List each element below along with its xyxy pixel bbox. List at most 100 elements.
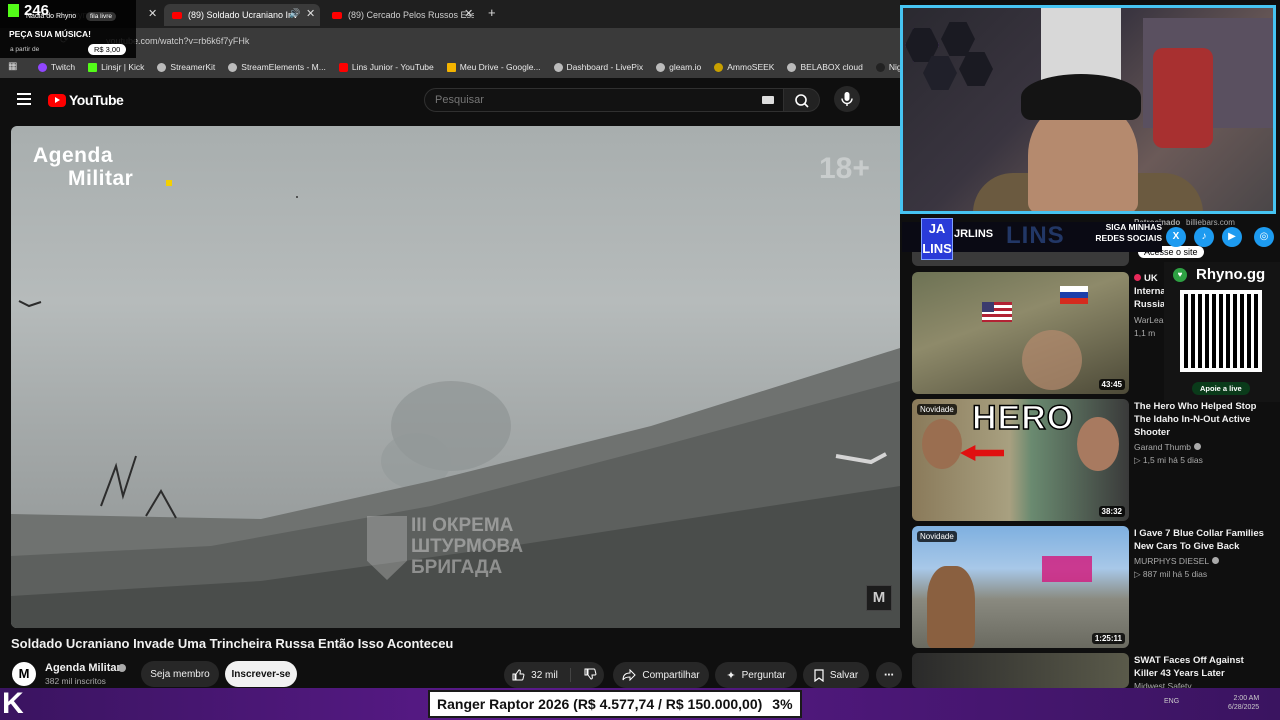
share-button[interactable]: Compartilhar (613, 662, 709, 688)
video-player[interactable]: Agenda Militar 18+ III ОКРЕМА ШТУРМОВА Б… (11, 126, 900, 628)
streamer-name: JRLINS (954, 228, 994, 240)
age-rating-badge: 18+ (819, 152, 870, 185)
ask-button[interactable]: ✦ Perguntar (715, 662, 797, 688)
avatar[interactable]: M (12, 662, 36, 686)
channel-name[interactable]: Agenda Militar (45, 662, 121, 674)
save-button[interactable]: Salvar (803, 662, 869, 688)
kick-logo-icon: K (2, 687, 24, 720)
subscribe-button[interactable]: Inscrever-se (225, 661, 297, 687)
song-request-title: PEÇA SUA MÚSICA! (9, 29, 92, 39)
apps-grid-icon[interactable]: ▦ (8, 61, 17, 72)
new-tab-button[interactable]: + (488, 5, 496, 20)
bookmark-streamelements[interactable]: StreamElements - M... (228, 62, 326, 72)
bookmark-belabox[interactable]: BELABOX cloud (787, 62, 863, 72)
recommendation-thumbnail[interactable] (912, 653, 1129, 688)
verified-icon (118, 664, 126, 672)
search-button[interactable] (784, 88, 820, 112)
bookmark-nightbot[interactable]: Nightbot - Comm (875, 62, 900, 72)
recommendation-meta: 1,1 m (1134, 328, 1156, 338)
youtube-favicon-icon (332, 11, 342, 19)
streamer-logo: JA LINS (921, 218, 953, 260)
instagram-icon: ◎ (1254, 227, 1274, 247)
bookmark-twitch[interactable]: Twitch (38, 62, 75, 72)
recommendation-thumbnail[interactable]: HERO Novidade 38:32 (912, 399, 1129, 521)
menu-icon[interactable] (17, 93, 31, 105)
subscriber-count: 382 mil inscritos (45, 676, 106, 686)
bookmark-drive[interactable]: Meu Drive - Google... (446, 62, 541, 72)
nightbot-icon (875, 62, 885, 72)
verified-icon (1194, 443, 1202, 450)
globe-icon (787, 62, 797, 72)
recommendation-meta: ▷ 887 mil há 5 dias (1134, 569, 1208, 579)
tab-label: (89) Soldado Ucraniano Inv (188, 10, 298, 20)
speaker-icon[interactable]: 🔊 (289, 8, 300, 19)
dislike-button[interactable] (571, 667, 597, 684)
bookmark-youtube[interactable]: Lins Junior - YouTube (338, 62, 434, 72)
recommendation-channel[interactable]: Garand Thumb (1134, 442, 1202, 452)
tiktok-icon: ♪ (1194, 227, 1214, 247)
recommendation-thumbnail[interactable]: 43:45 (912, 272, 1129, 394)
gift-bow-icon (1042, 556, 1092, 582)
streamelements-icon (228, 62, 238, 72)
rhyno-title: Rhyno.gg (1196, 266, 1266, 283)
recommendation-title[interactable]: SWAT Faces Off Against Killer 43 Years L… (1134, 654, 1264, 680)
youtube-play-icon (48, 93, 66, 107)
donation-goal: Ranger Raptor 2026 (R$ 4.577,74 / R$ 150… (428, 690, 802, 718)
song-request-from: a partir de (10, 46, 40, 53)
corner-channel-logo[interactable]: M (866, 585, 892, 611)
globe-icon (553, 62, 563, 72)
like-count: 32 mil (531, 669, 558, 681)
drive-icon (446, 62, 456, 72)
join-button[interactable]: Seja membro (141, 661, 219, 687)
more-actions-button[interactable]: ⋯ (876, 662, 902, 688)
recommendation-title[interactable]: The Hero Who Helped Stop The Idaho In-N-… (1134, 400, 1264, 439)
thumbs-up-icon (512, 669, 525, 681)
streamer-name-backdrop: LINS (1006, 222, 1065, 249)
close-tab-icon[interactable]: ✕ (464, 7, 473, 20)
gleam-icon (656, 62, 666, 72)
globe-icon (157, 62, 167, 72)
voice-search-button[interactable] (834, 86, 860, 112)
like-dislike-group: 32 mil (504, 662, 604, 688)
stream-chat-tab-label: Nadia do Rhyno (26, 13, 77, 20)
recommendation-title-partial[interactable]: UK Interna Russia (1134, 272, 1166, 311)
video-duration: 43:45 (1098, 379, 1125, 390)
recommendation-meta: ▷ 1,5 mi há 5 dias (1134, 455, 1203, 465)
follow-socials-text: SIGA MINHAS REDES SOCIAIS (1095, 222, 1162, 243)
new-badge: Novidade (917, 531, 957, 542)
like-button[interactable]: 32 mil (511, 668, 571, 682)
fila-livre-badge: fila livre (86, 12, 117, 21)
sparkle-icon: ✦ (726, 669, 736, 682)
recommendation-title[interactable]: I Gave 7 Blue Collar Families New Cars T… (1134, 527, 1264, 553)
keyboard-icon[interactable] (762, 96, 774, 104)
close-tab-icon[interactable]: ✕ (148, 7, 157, 20)
youtube-header: YouTube (0, 78, 900, 122)
bookmark-streamerkit[interactable]: StreamerKit (157, 62, 215, 72)
search-input[interactable] (424, 88, 784, 112)
tab-label: (89) Cercado Pelos Russos Esse (348, 10, 474, 20)
live-dot-icon (1134, 274, 1141, 281)
recommendation-channel[interactable]: WarLeak (1134, 315, 1168, 325)
recommendation-channel[interactable]: MURPHYS DIESEL (1134, 556, 1220, 566)
youtube-icon: ▶ (1222, 227, 1242, 247)
close-tab-icon[interactable]: ✕ (306, 7, 315, 20)
youtube-logo[interactable]: YouTube (48, 92, 124, 108)
song-request-price: R$ 3,00 (88, 44, 127, 55)
verified-icon (1212, 557, 1220, 564)
x-twitter-icon: X (1166, 227, 1186, 247)
streamer-webcam (900, 5, 1276, 214)
youtube-favicon-icon (172, 11, 182, 19)
video-duration: 38:32 (1098, 506, 1125, 517)
socials-banner: JA LINS JRLINS LINS SIGA MINHAS REDES SO… (902, 218, 1280, 260)
microphone-icon (841, 92, 853, 106)
bookmark-gleam[interactable]: gleam.io (656, 62, 701, 72)
rhyno-donation-overlay: ♥ Rhyno.gg Apoie a live (1164, 262, 1280, 402)
twitch-icon (38, 62, 47, 72)
bookmark-kick[interactable]: Linsjr | Kick (88, 62, 144, 72)
bookmark-livepix[interactable]: Dashboard - LivePix (553, 62, 643, 72)
recommendation-thumbnail[interactable]: Novidade 1:25:11 (912, 526, 1129, 648)
tab-other-video[interactable]: (89) Cercado Pelos Russos Esse (324, 4, 474, 26)
bookmark-ammoseek[interactable]: AmmoSEEK (714, 62, 774, 72)
red-arrow-icon (960, 445, 1004, 461)
system-clock: 2:00 AM 6/28/2025 (1228, 695, 1260, 711)
